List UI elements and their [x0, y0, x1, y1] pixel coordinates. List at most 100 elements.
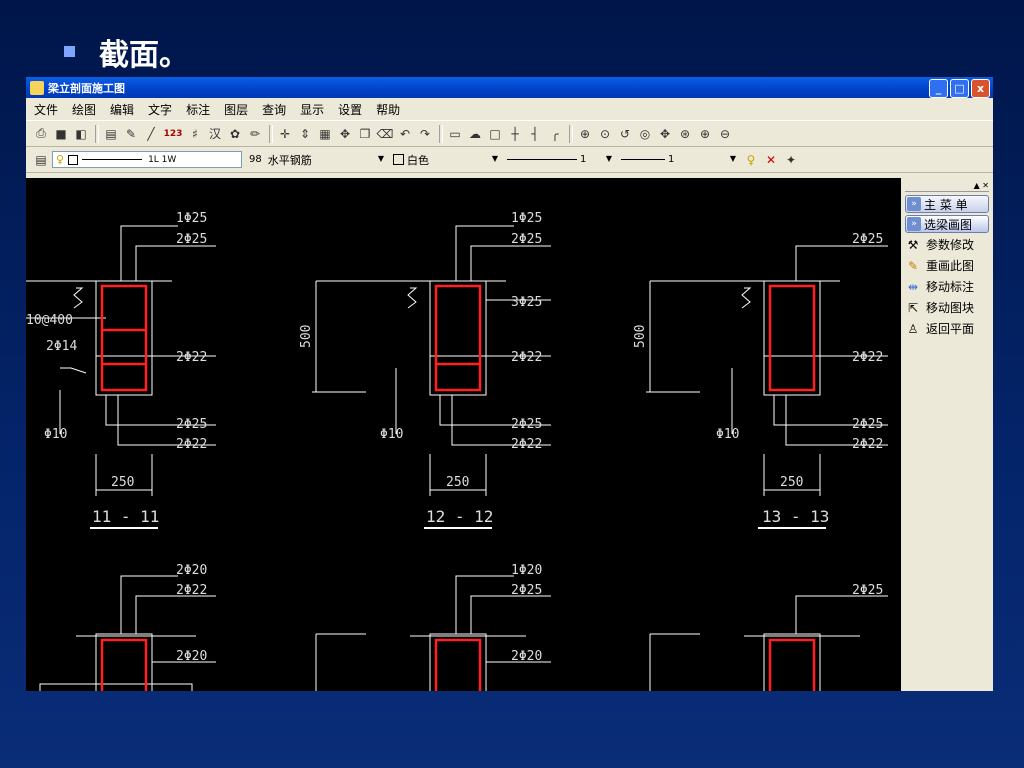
move-block-icon: ⇱: [907, 300, 919, 315]
stirrup-label: 10@400: [26, 313, 73, 328]
sec1-side: 2Φ22: [176, 350, 207, 365]
zoom-realtime-icon[interactable]: ⊙: [596, 125, 614, 143]
zoom-all-icon[interactable]: ⊛: [676, 125, 694, 143]
pencil-icon[interactable]: ✏: [246, 125, 264, 143]
line-sample: [507, 159, 577, 160]
slide-title: 截面。: [99, 38, 189, 73]
app-icon: [30, 80, 44, 95]
fillet-icon[interactable]: ╭: [546, 125, 564, 143]
move-dim-item[interactable]: ⇹ 移动标注: [905, 277, 989, 296]
menu-display[interactable]: 显示: [300, 101, 324, 118]
close-button[interactable]: x: [971, 79, 990, 98]
style-icon[interactable]: ✿: [226, 125, 244, 143]
zoom-out-icon[interactable]: ⊖: [716, 125, 734, 143]
menu-settings[interactable]: 设置: [338, 101, 362, 118]
lineweight-combo-b[interactable]: 1 ▼: [618, 151, 738, 168]
print-icon[interactable]: ⎙: [32, 125, 50, 143]
sec3-bot1: 2Φ25: [852, 417, 883, 432]
sec2-top1: 1Φ25: [511, 211, 542, 226]
trim-icon[interactable]: ┼: [506, 125, 524, 143]
preview-icon[interactable]: ◧: [72, 125, 90, 143]
snap-icon[interactable]: ✦: [782, 151, 800, 169]
redo-icon[interactable]: ↷: [416, 125, 434, 143]
redraw-item[interactable]: ✎ 重画此图: [905, 256, 989, 275]
undo-icon[interactable]: ↶: [396, 125, 414, 143]
delete-icon[interactable]: ✕: [762, 151, 780, 169]
param-edit-label: 参数修改: [926, 238, 975, 252]
drawing-canvas[interactable]: 1Φ25 2Φ25 10@400 2Φ14 2Φ22 Φ10 2Φ25 2Φ22…: [26, 178, 901, 691]
bulb-icon: ♀: [56, 153, 65, 166]
layers-icon[interactable]: ▤: [32, 151, 50, 169]
menu-query[interactable]: 查询: [262, 101, 286, 118]
pencil-icon: ✎: [907, 258, 919, 273]
dropdown-arrow-icon: ▼: [729, 154, 736, 163]
app-window: 梁立剖面施工图 _ □ x 文件 绘图 编辑 文字 标注 图层 查询 显示 设置…: [26, 77, 993, 691]
layer-name-field[interactable]: 98 水平钢筋 ▼: [246, 151, 386, 168]
brush-icon[interactable]: ✎: [122, 125, 140, 143]
lineweight-b: 1: [668, 154, 675, 165]
sec2-bot2: 2Φ22: [511, 437, 542, 452]
move-icon[interactable]: ⇕: [296, 125, 314, 143]
layer-combo[interactable]: ♀ 1L 1W: [52, 151, 242, 168]
chinese-text-icon[interactable]: 汉: [206, 125, 224, 143]
pan-realtime-icon[interactable]: ✥: [656, 125, 674, 143]
low1-top1: 2Φ20: [176, 563, 207, 578]
array-icon[interactable]: ▦: [316, 125, 334, 143]
menu-help[interactable]: 帮助: [376, 101, 400, 118]
line-icon[interactable]: ╱: [142, 125, 160, 143]
menu-file[interactable]: 文件: [34, 101, 58, 118]
low1-side: 2Φ20: [176, 649, 207, 664]
menu-text[interactable]: 文字: [148, 101, 172, 118]
return-plan-label: 返回平面: [926, 322, 975, 336]
zoom-previous-icon[interactable]: ↺: [616, 125, 634, 143]
pan-icon[interactable]: ✥: [336, 125, 354, 143]
panel-handle[interactable]: ▲ ✕: [905, 181, 989, 192]
minimize-button[interactable]: _: [929, 79, 948, 98]
sec1-link: Φ10: [44, 427, 67, 442]
zoom-window-icon[interactable]: ⊕: [576, 125, 594, 143]
rectangle-icon[interactable]: ▭: [446, 125, 464, 143]
sec1-top2: 2Φ25: [176, 232, 207, 247]
param-edit-item[interactable]: ⚒ 参数修改: [905, 235, 989, 254]
menu-layer[interactable]: 图层: [224, 101, 248, 118]
main-menu-button[interactable]: » 主 菜 单: [905, 195, 989, 213]
sec3-width: 250: [780, 475, 803, 490]
select-beam-button[interactable]: » 选梁画图: [905, 215, 989, 233]
save-icon[interactable]: ■: [52, 125, 70, 143]
sec2-width: 250: [446, 475, 469, 490]
maximize-button[interactable]: □: [950, 79, 969, 98]
extend-icon[interactable]: ┤: [526, 125, 544, 143]
sec1-bot1: 2Φ25: [176, 417, 207, 432]
zoom-in-icon[interactable]: ⊕: [696, 125, 714, 143]
highlight-icon[interactable]: ♀: [742, 151, 760, 169]
text-tool-icon[interactable]: 123: [162, 125, 184, 143]
main-toolbar: ⎙ ■ ◧ ▤ ✎ ╱ 123 ♯ 汉 ✿ ✏ ✛ ⇕ ▦ ✥ ❐ ⌫ ↶ ↷ …: [26, 120, 993, 147]
zoom-extents-icon[interactable]: ◎: [636, 125, 654, 143]
menu-edit[interactable]: 编辑: [110, 101, 134, 118]
point-icon[interactable]: ✛: [276, 125, 294, 143]
erase-icon[interactable]: ⌫: [376, 125, 394, 143]
window-title: 梁立剖面施工图: [48, 81, 125, 95]
sec2-bot1: 2Φ25: [511, 417, 542, 432]
return-plan-item[interactable]: ♙ 返回平面: [905, 319, 989, 338]
copy-icon[interactable]: ❐: [356, 125, 374, 143]
lineweight-combo-a[interactable]: 1 ▼: [504, 151, 614, 168]
title-bar: 梁立剖面施工图 _ □ x: [26, 77, 993, 98]
color-name: 白色: [407, 153, 429, 167]
color-combo[interactable]: 白色 ▼: [390, 151, 500, 168]
box-icon[interactable]: □: [486, 125, 504, 143]
chevron-down-icon: »: [907, 217, 921, 231]
move-block-label: 移动图块: [926, 301, 975, 315]
sec1-width: 250: [111, 475, 134, 490]
side-panel: ▲ ✕ » 主 菜 单 » 选梁画图 ⚒ 参数修改 ✎ 重画此图 ⇹ 移动标注 …: [901, 178, 993, 691]
menu-draw[interactable]: 绘图: [72, 101, 96, 118]
rebar-icon[interactable]: ♯: [186, 125, 204, 143]
move-block-item[interactable]: ⇱ 移动图块: [905, 298, 989, 317]
low2-side: 2Φ20: [511, 649, 542, 664]
waist-label: 2Φ14: [46, 339, 77, 354]
menu-dimension[interactable]: 标注: [186, 101, 210, 118]
cloud-icon[interactable]: ☁: [466, 125, 484, 143]
move-dimension-icon: ⇹: [907, 279, 919, 294]
layer-manager-icon[interactable]: ▤: [102, 125, 120, 143]
color-swatch: [393, 154, 404, 165]
